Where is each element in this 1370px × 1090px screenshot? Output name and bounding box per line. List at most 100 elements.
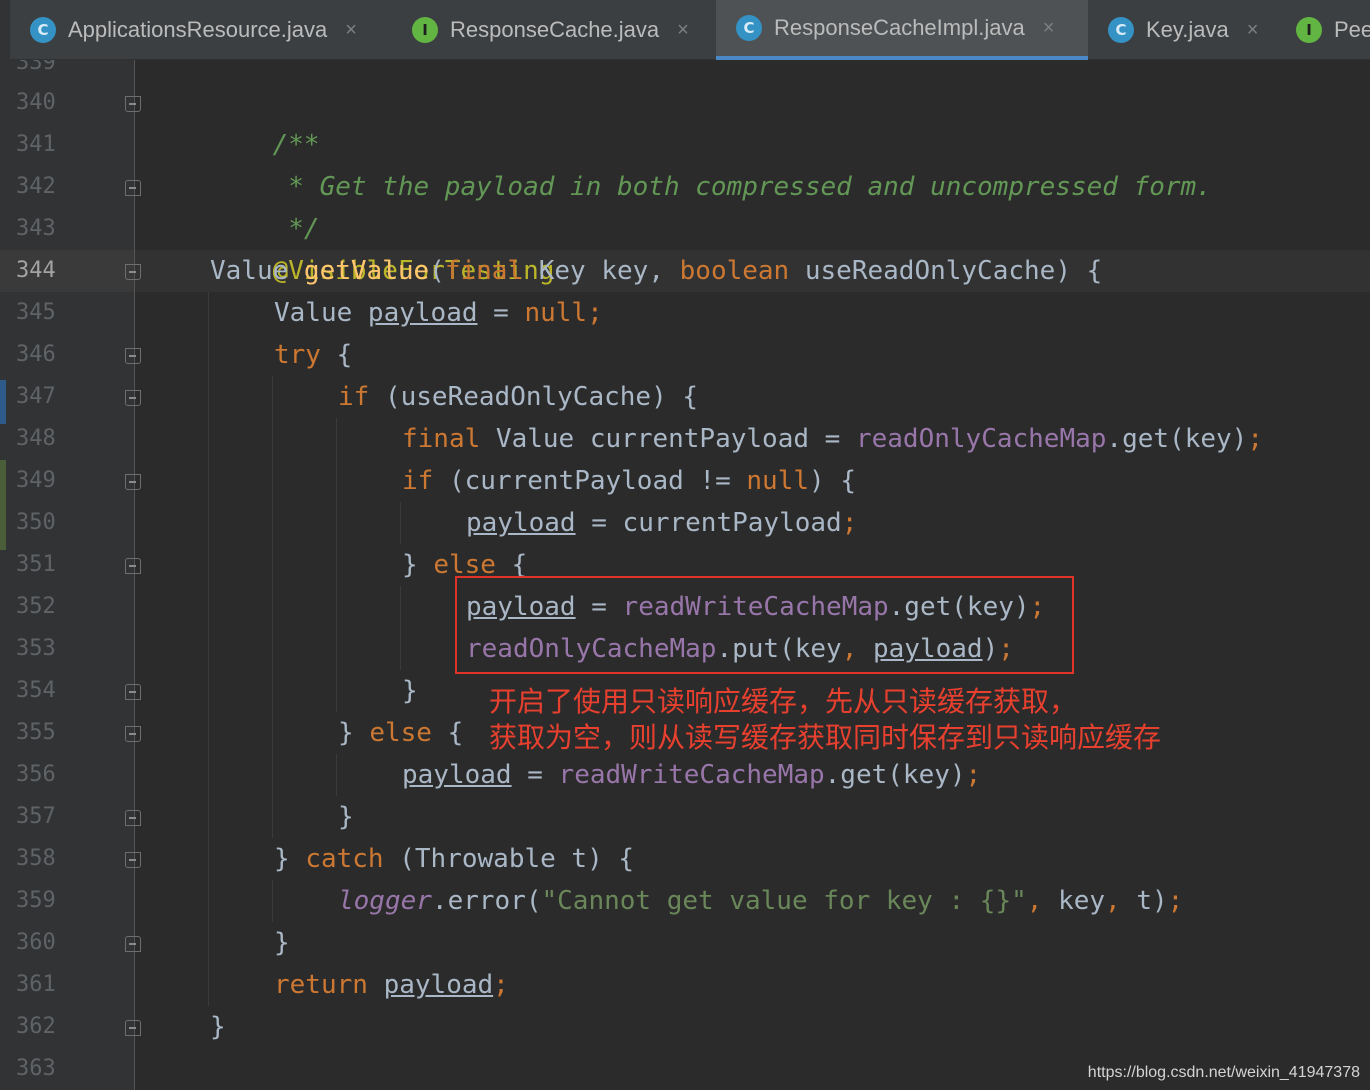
code-token: .get(key) xyxy=(824,760,966,790)
fold-icon[interactable] xyxy=(125,348,141,364)
keyword: null xyxy=(524,298,588,328)
fold-icon[interactable] xyxy=(125,684,141,700)
code-line-340[interactable]: /** xyxy=(210,82,320,160)
close-icon[interactable]: × xyxy=(1043,17,1055,40)
code-token: Value currentPayload = xyxy=(480,424,856,454)
fold-icon[interactable] xyxy=(125,390,141,406)
comma: , xyxy=(1105,886,1121,916)
fold-icon[interactable] xyxy=(125,936,141,952)
left-panel-accent xyxy=(0,380,6,424)
code-token: Key key, xyxy=(523,256,680,286)
fold-icon[interactable] xyxy=(125,474,141,490)
tab-key[interactable]: C Key.java × xyxy=(1088,0,1274,60)
code-line-354[interactable]: } xyxy=(402,670,418,712)
code-line-346[interactable]: try { xyxy=(274,334,352,376)
line-number: 348 xyxy=(16,426,56,451)
indent-guide xyxy=(272,376,273,838)
code-line-360[interactable]: } xyxy=(274,922,290,964)
comment-text: * Get the payload in both compressed and… xyxy=(272,172,1212,202)
fold-icon[interactable] xyxy=(125,180,141,196)
line-number: 357 xyxy=(16,804,56,829)
indent-guide xyxy=(400,502,401,544)
code-token: = xyxy=(511,760,559,790)
fold-icon[interactable] xyxy=(125,726,141,742)
semicolon: ; xyxy=(1167,886,1184,916)
comma: , xyxy=(1026,886,1043,916)
line-number: 354 xyxy=(16,678,56,703)
tab-label: ResponseCacheImpl.java xyxy=(774,15,1025,40)
code-token: (Throwable t) { xyxy=(383,844,635,874)
code-editor[interactable]: 339 340 341 342 343 344 345 346 347 348 … xyxy=(0,60,1370,1090)
code-token: useReadOnlyCache) { xyxy=(789,256,1103,286)
code-token: t) xyxy=(1120,886,1168,916)
line-number: 358 xyxy=(16,846,56,871)
code-token: .error( xyxy=(431,886,542,916)
indent-guide xyxy=(400,586,401,670)
fold-icon[interactable] xyxy=(125,96,141,112)
fold-icon[interactable] xyxy=(125,264,141,280)
code-line-357[interactable]: } xyxy=(338,796,354,838)
tab-applications-resource[interactable]: C ApplicationsResource.java × xyxy=(10,0,390,60)
code-line-344[interactable]: Value getValue(final Key key, boolean us… xyxy=(210,250,1102,292)
close-icon[interactable]: × xyxy=(1247,19,1259,42)
tab-response-cache[interactable]: I ResponseCache.java × xyxy=(392,0,712,60)
tab-response-cache-impl[interactable]: C ResponseCacheImpl.java × xyxy=(716,0,1088,60)
line-number: 355 xyxy=(16,720,56,745)
code-token: } xyxy=(274,844,306,874)
java-class-icon: C xyxy=(1108,17,1134,43)
code-line-356[interactable]: payload = readWriteCacheMap.get(key); xyxy=(402,754,981,796)
code-line-361[interactable]: return payload; xyxy=(274,964,509,1006)
fold-icon[interactable] xyxy=(125,810,141,826)
code-line-345[interactable]: Value payload = null; xyxy=(274,292,603,334)
tab-bar-edge xyxy=(0,0,10,60)
java-class-icon: C xyxy=(30,17,56,43)
code-token: } xyxy=(402,550,434,580)
line-number: 341 xyxy=(16,132,56,157)
code-token: = currentPayload xyxy=(575,508,842,538)
code-line-347[interactable]: if (useReadOnlyCache) { xyxy=(338,376,698,418)
close-icon[interactable]: × xyxy=(345,19,357,42)
java-interface-icon: I xyxy=(412,17,438,43)
code-line-342[interactable]: */ xyxy=(210,166,319,244)
code-line-349[interactable]: if (currentPayload != null) { xyxy=(402,460,856,502)
tab-label: ResponseCache.java xyxy=(450,17,660,42)
code-token: (useReadOnlyCache) { xyxy=(369,382,699,412)
annotation-note-line-2: 获取为空，则从读写缓存获取同时保存到只读响应缓存 xyxy=(489,721,1162,754)
tab-peer[interactable]: I Pee xyxy=(1276,0,1370,60)
keyword: if xyxy=(338,382,370,412)
variable: payload xyxy=(367,298,478,328)
variable: payload xyxy=(383,970,494,1000)
fold-icon[interactable] xyxy=(125,1020,141,1036)
semicolon: ; xyxy=(493,970,509,1000)
keyword: null xyxy=(746,466,810,496)
field: logger xyxy=(338,886,432,916)
code-line-359[interactable]: logger.error("Cannot get value for key :… xyxy=(338,880,1183,922)
fold-icon[interactable] xyxy=(125,852,141,868)
indent-guide xyxy=(336,418,337,712)
close-icon[interactable]: × xyxy=(677,19,689,42)
indent-guide xyxy=(208,292,209,1006)
code-token: } xyxy=(274,928,290,958)
code-line-358[interactable]: } catch (Throwable t) { xyxy=(274,838,634,880)
code-line-348[interactable]: final Value currentPayload = readOnlyCac… xyxy=(402,418,1263,460)
code-line-362[interactable]: } xyxy=(210,1006,226,1048)
keyword: try xyxy=(274,340,321,370)
left-panel-accent xyxy=(0,460,6,550)
code-line-350[interactable]: payload = currentPayload; xyxy=(466,502,857,544)
java-interface-icon: I xyxy=(1296,17,1322,43)
code-token: { xyxy=(431,718,464,748)
code-token: { xyxy=(320,340,353,370)
semicolon: ; xyxy=(841,508,858,538)
code-line-343[interactable]: @VisibleForTesting xyxy=(210,208,555,286)
code-token: } xyxy=(210,1012,226,1042)
variable: payload xyxy=(466,508,576,538)
code-token: } xyxy=(338,802,354,832)
line-number: 340 xyxy=(16,90,56,115)
string-literal: "Cannot get value for key : {}" xyxy=(541,886,1027,916)
fold-icon[interactable] xyxy=(125,558,141,574)
annotation-note-line-1: 开启了使用只读响应缓存，先从只读缓存获取， xyxy=(489,685,1078,718)
code-line-355[interactable]: } else { xyxy=(338,712,463,754)
code-line-341[interactable]: * Get the payload in both compressed and… xyxy=(210,124,1212,202)
line-number: 352 xyxy=(16,594,56,619)
